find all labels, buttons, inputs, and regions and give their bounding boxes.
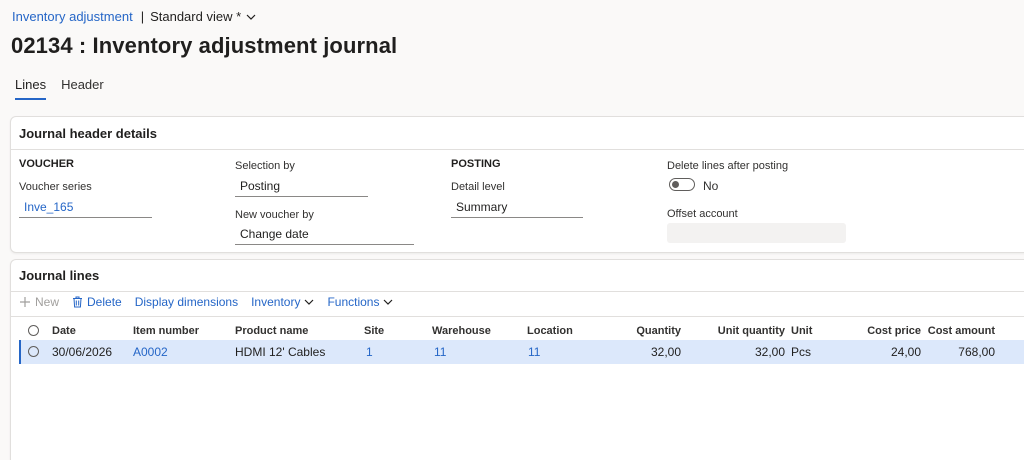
journal-header-details-title[interactable]: Journal header details (19, 126, 157, 141)
inventory-menu-label: Inventory (251, 295, 301, 309)
new-button[interactable]: New (19, 295, 59, 309)
posting-group-heading: POSTING (451, 158, 501, 170)
divider (11, 149, 1024, 150)
column-product-name[interactable]: Product name (235, 320, 308, 342)
tab-bar: Lines Header (15, 77, 104, 100)
grid-header-row: Date Item number Product name Site Wareh… (19, 320, 1024, 342)
journal-lines-title[interactable]: Journal lines (19, 268, 99, 283)
column-location[interactable]: Location (527, 320, 573, 342)
cell-cost-amount[interactable]: 768,00 (925, 340, 995, 364)
page-title: 02134 : Inventory adjustment journal (11, 33, 398, 58)
breadcrumb-module-link[interactable]: Inventory adjustment (12, 9, 133, 24)
selection-by-field[interactable]: Posting (235, 177, 368, 197)
cell-location[interactable]: 11 (528, 340, 540, 364)
divider (11, 316, 1024, 317)
journal-lines-card: Journal lines New Delete Display dimensi… (10, 259, 1024, 460)
table-row[interactable]: 30/06/2026 A0002 HDMI 12' Cables 1 11 11… (19, 340, 1024, 364)
cell-cost-price[interactable]: 24,00 (841, 340, 921, 364)
column-item-number[interactable]: Item number (133, 320, 199, 342)
new-voucher-by-label: New voucher by (235, 209, 314, 221)
cell-date[interactable]: 30/06/2026 (52, 340, 112, 364)
delete-lines-value: No (703, 179, 719, 193)
lines-toolbar: New Delete Display dimensions Inventory … (19, 295, 406, 309)
trash-icon (73, 296, 83, 308)
toggle-knob (672, 181, 679, 188)
inventory-menu[interactable]: Inventory (251, 295, 314, 309)
display-dimensions-button[interactable]: Display dimensions (135, 295, 238, 309)
cell-unit-quantity[interactable]: 32,00 (695, 340, 785, 364)
column-quantity[interactable]: Quantity (611, 320, 681, 342)
column-cost-price[interactable]: Cost price (841, 320, 921, 342)
display-dimensions-label: Display dimensions (134, 295, 239, 309)
delete-button[interactable]: Delete (72, 295, 122, 309)
new-button-label: New (35, 295, 60, 309)
column-site[interactable]: Site (364, 320, 384, 342)
tab-lines[interactable]: Lines (15, 77, 47, 100)
detail-level-label: Detail level (451, 181, 505, 193)
delete-button-label: Delete (87, 295, 122, 309)
chevron-down-icon[interactable] (246, 12, 256, 22)
row-select-radio[interactable] (28, 346, 39, 357)
cell-site[interactable]: 1 (366, 340, 373, 364)
functions-menu[interactable]: Functions (327, 295, 393, 309)
voucher-series-field[interactable]: Inve_165 (19, 198, 152, 218)
column-warehouse[interactable]: Warehouse (432, 320, 491, 342)
offset-account-label: Offset account (667, 208, 738, 220)
cell-quantity[interactable]: 32,00 (611, 340, 681, 364)
view-selector[interactable]: Standard view * (150, 9, 241, 24)
detail-level-field[interactable]: Summary (451, 198, 583, 218)
new-voucher-by-field[interactable]: Change date (235, 225, 414, 245)
plus-icon (20, 297, 30, 307)
chevron-down-icon (384, 299, 393, 305)
voucher-group-heading: VOUCHER (19, 158, 75, 170)
cell-unit[interactable]: Pcs (791, 340, 811, 364)
delete-lines-label: Delete lines after posting (667, 160, 789, 172)
delete-lines-toggle[interactable] (669, 178, 695, 191)
breadcrumb: Inventory adjustment | Standard view * (12, 9, 256, 24)
divider (11, 291, 1024, 292)
offset-account-field (667, 223, 846, 243)
column-date[interactable]: Date (52, 320, 76, 342)
cell-item-number[interactable]: A0002 (133, 340, 168, 364)
voucher-series-label: Voucher series (19, 181, 92, 193)
column-unit[interactable]: Unit (791, 320, 812, 342)
column-cost-amount[interactable]: Cost amount (925, 320, 995, 342)
chevron-down-icon (305, 299, 314, 305)
functions-menu-label: Functions (327, 295, 380, 309)
cell-warehouse[interactable]: 11 (434, 340, 446, 364)
column-unit-quantity[interactable]: Unit quantity (695, 320, 785, 342)
journal-header-details-card: Journal header details VOUCHER Voucher s… (10, 116, 1024, 253)
tab-header[interactable]: Header (61, 77, 104, 100)
breadcrumb-separator: | (140, 9, 145, 24)
select-all-radio[interactable] (28, 325, 39, 336)
cell-product-name[interactable]: HDMI 12' Cables (235, 340, 325, 364)
selection-by-label: Selection by (235, 160, 295, 172)
